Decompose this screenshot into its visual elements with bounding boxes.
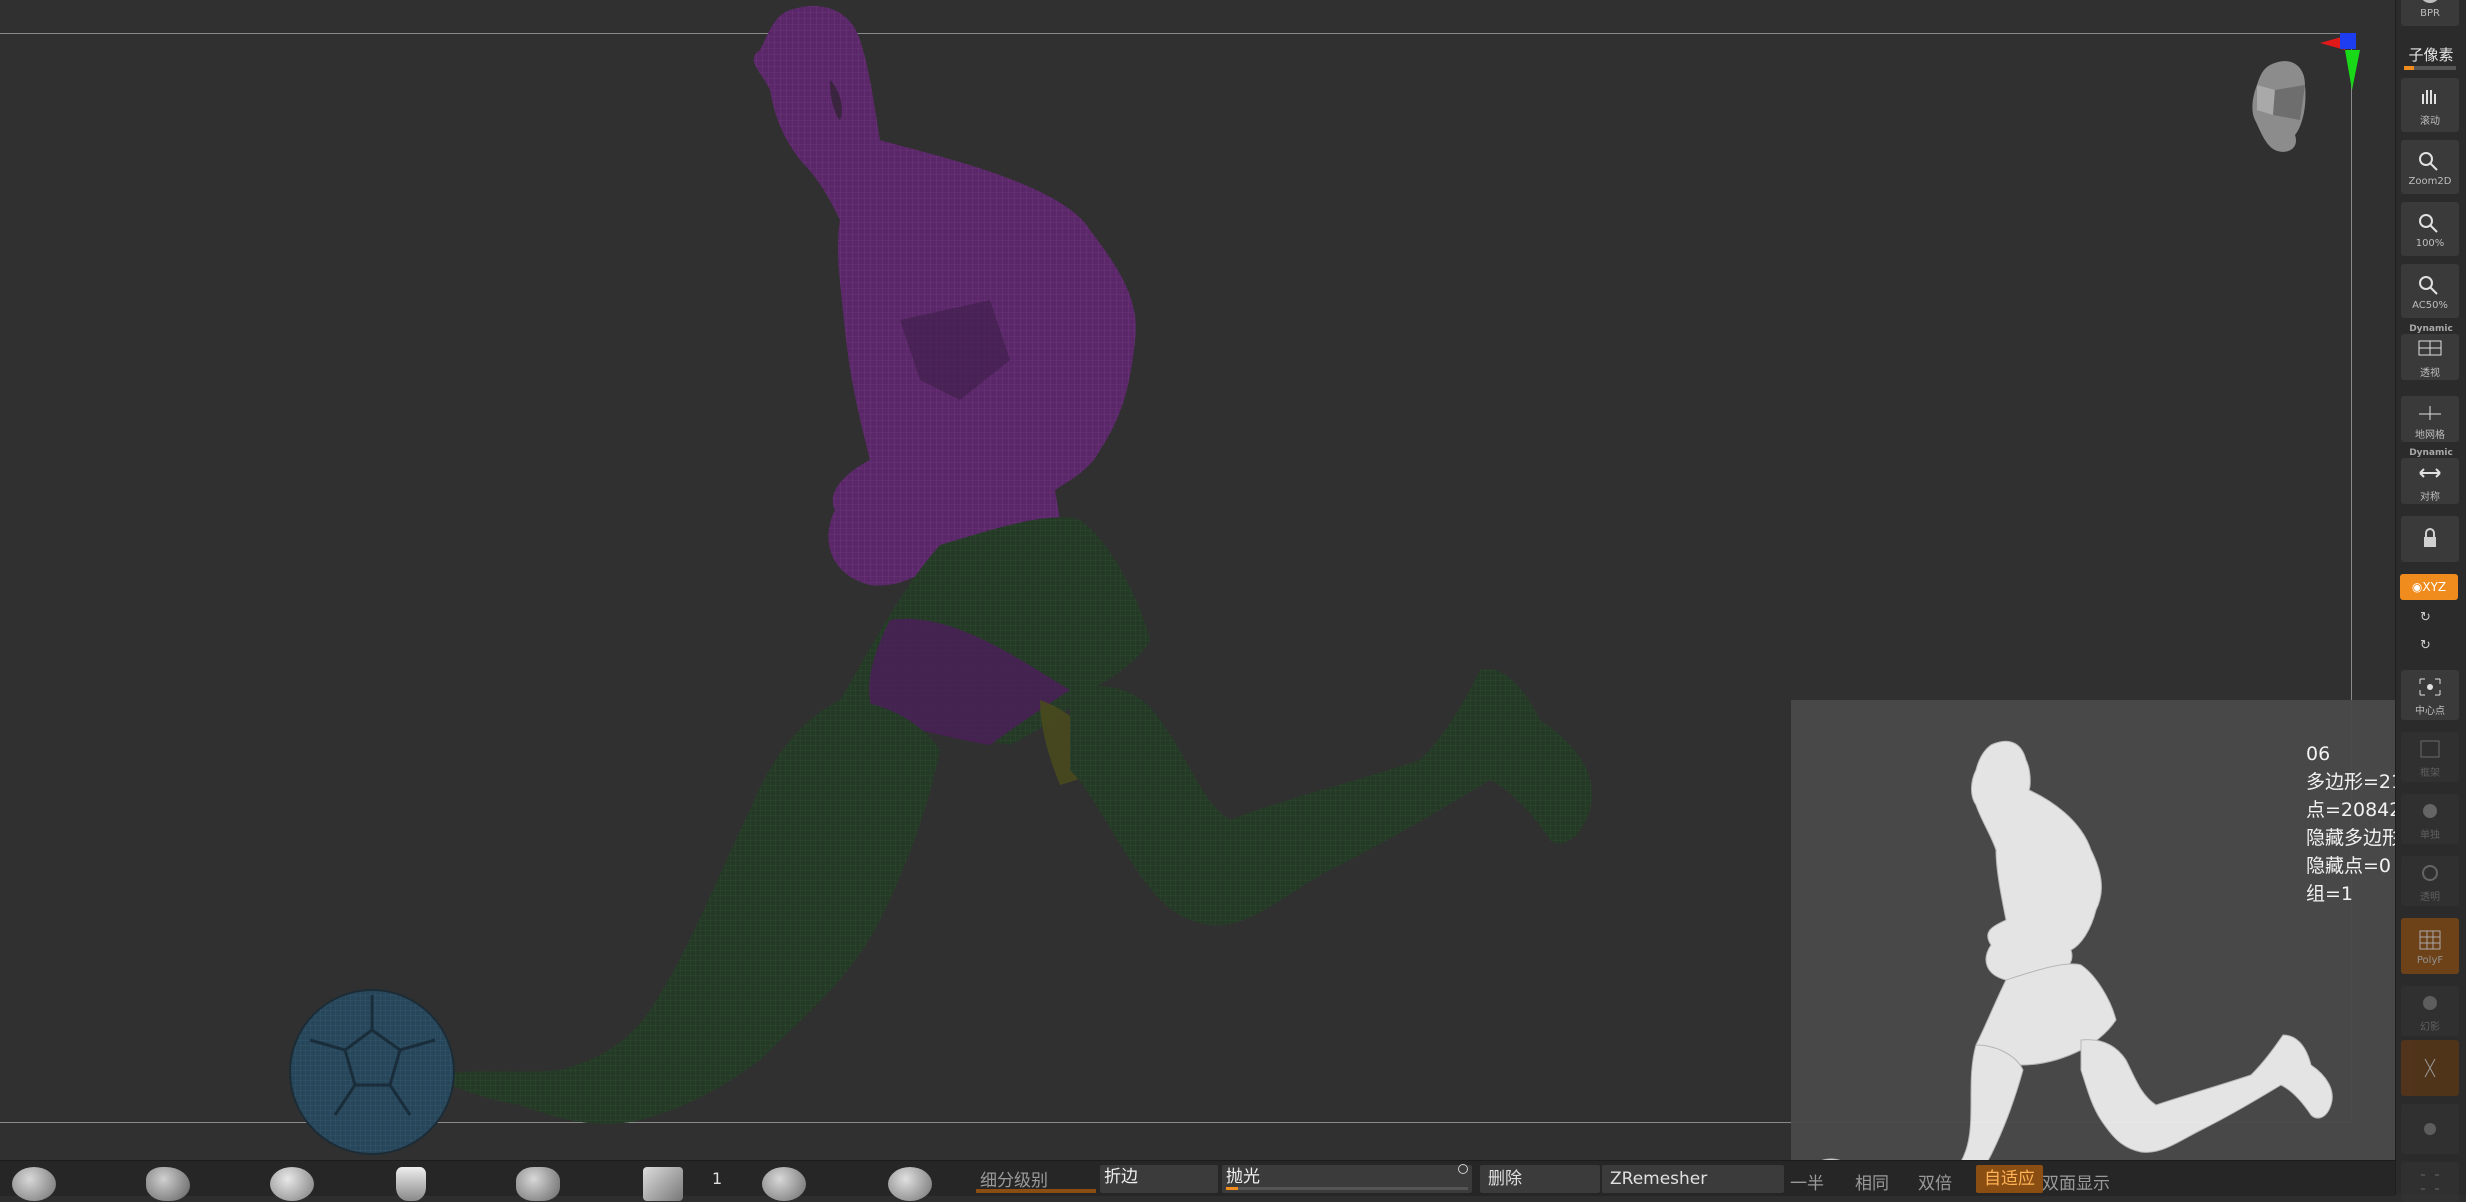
polyf-button[interactable]: PolyF: [2401, 918, 2459, 974]
dots-icon: [2421, 1174, 2439, 1190]
center-button[interactable]: 中心点: [2401, 670, 2459, 720]
rotate-y-icon[interactable]: ↻: [2420, 610, 2440, 630]
bottom-shelf: 1 细分级别 折边 抛光 删除 ZRemesher 一半 相同 双倍 自适应 双…: [0, 1160, 2395, 1201]
floor-grid-icon: [2419, 405, 2441, 420]
ghost-button[interactable]: 幻影: [2401, 986, 2459, 1036]
brush-snake-icon[interactable]: [888, 1167, 932, 1201]
transp-label: 透明: [2420, 891, 2440, 903]
polish-fill: [1226, 1187, 1239, 1190]
floor-button[interactable]: 地网格: [2401, 396, 2459, 442]
transparency-icon: [2422, 864, 2438, 881]
brush-move-icon[interactable]: [270, 1167, 314, 1201]
brush-cube-icon[interactable]: [643, 1167, 683, 1201]
ac50-label: AC50%: [2412, 299, 2448, 311]
bpr-button[interactable]: BPR: [2401, 0, 2459, 26]
polish-track: [1226, 1187, 1468, 1190]
perspective-label: 透视: [2420, 367, 2440, 379]
ghost-icon: [2423, 995, 2437, 1010]
lock-icon: [2424, 528, 2436, 547]
crease-label: 折边: [1104, 1167, 1138, 1187]
subpixel-label: 子像素: [2408, 46, 2454, 64]
frame-button[interactable]: 框架: [2401, 732, 2459, 782]
perspective-grid-icon: [2418, 340, 2442, 355]
frame-label: 框架: [2420, 767, 2440, 779]
subpixel-slider[interactable]: [2404, 66, 2456, 70]
brush-inflate-icon[interactable]: [516, 1167, 560, 1201]
subpixel-slider-fill: [2404, 66, 2414, 70]
zoom2d-label: Zoom2D: [2408, 175, 2452, 187]
dynamic-label-2: Dynamic: [2409, 448, 2453, 458]
dynamic-label-1: Dynamic: [2409, 324, 2453, 334]
xyz-button[interactable]: ◉XYZ: [2400, 574, 2458, 600]
frame-icon: [2420, 740, 2440, 757]
brush-trim-icon[interactable]: [762, 1167, 806, 1201]
two-sided-button[interactable]: 双面显示: [2042, 1169, 2110, 1194]
axis-gizmo-icon[interactable]: [2290, 28, 2360, 98]
polyf-label: PolyF: [2416, 954, 2444, 966]
solo-icon: [2423, 803, 2437, 818]
symmetry-arrows-icon: [2419, 467, 2441, 478]
solo-button[interactable]: 单独: [2401, 794, 2459, 844]
magnifier-ac50-icon: [2419, 275, 2438, 295]
polish-label: 抛光: [1226, 1167, 1260, 1187]
hand-icon: [2422, 89, 2436, 104]
actual-size-button[interactable]: 100%: [2401, 202, 2459, 256]
magnifier-100-icon: [2419, 213, 2438, 233]
actual-size-label: 100%: [2415, 237, 2445, 249]
bpr-sphere-icon: [2423, 0, 2437, 3]
bpr-label: BPR: [2420, 7, 2440, 19]
perspective-button[interactable]: 透视: [2401, 334, 2459, 380]
xpose-button[interactable]: [2401, 1104, 2459, 1154]
half-button[interactable]: 一半: [1790, 1169, 1824, 1194]
same-button[interactable]: 相同: [1855, 1169, 1889, 1194]
floor-label: 地网格: [2415, 429, 2445, 441]
solo-label: 单独: [2420, 829, 2440, 841]
subdiv-level-label: 细分级别: [980, 1171, 1048, 1191]
zoom2d-button[interactable]: Zoom2D: [2401, 140, 2459, 194]
center-label: 中心点: [2415, 705, 2445, 717]
adaptive-button[interactable]: 自适应: [1976, 1165, 2043, 1193]
brush-standard-icon[interactable]: [12, 1167, 56, 1201]
symmetry-label: 对称: [2420, 491, 2440, 503]
delete-button[interactable]: 删除: [1480, 1165, 1600, 1193]
ghost-label: 幻影: [2420, 1021, 2440, 1033]
brush-damstandard-icon[interactable]: [396, 1167, 426, 1201]
magnifier-icon: [2419, 151, 2438, 171]
brush-clay-icon[interactable]: [146, 1167, 190, 1201]
symmetry-button[interactable]: 对称: [2401, 458, 2459, 504]
brush-count: 1: [712, 1169, 723, 1188]
lineup-button[interactable]: [2401, 1040, 2459, 1096]
polyframe-grid-icon: [2419, 930, 2441, 949]
center-target-icon: [2419, 678, 2441, 695]
xpose-icon: [2424, 1123, 2436, 1135]
crease-slider[interactable]: 折边: [1100, 1165, 1218, 1193]
subdiv-level-slider[interactable]: [976, 1189, 1096, 1193]
ac50-button[interactable]: AC50%: [2401, 264, 2459, 318]
zremesher-button[interactable]: ZRemesher: [1602, 1165, 1784, 1193]
lineup-icon: [2424, 1058, 2436, 1078]
polish-slider[interactable]: 抛光: [1222, 1165, 1472, 1193]
move-button[interactable]: 滚动: [2401, 78, 2459, 132]
move-label: 滚动: [2420, 115, 2440, 127]
right-shelf: BPR 子像素 滚动 Zoom2D 100% AC50% Dynamic 透视 …: [2395, 0, 2466, 1202]
rotate-z-icon[interactable]: ↻: [2420, 638, 2440, 658]
character-upper-body[interactable]: [753, 5, 1136, 586]
double-button[interactable]: 双倍: [1918, 1169, 1952, 1194]
transp-button[interactable]: 透明: [2401, 856, 2459, 906]
polish-toggle-icon[interactable]: [1458, 1164, 1468, 1174]
dots-button[interactable]: [2401, 1162, 2459, 1202]
local-symmetry-button[interactable]: [2401, 516, 2459, 562]
soccer-ball[interactable]: [289, 989, 455, 1155]
